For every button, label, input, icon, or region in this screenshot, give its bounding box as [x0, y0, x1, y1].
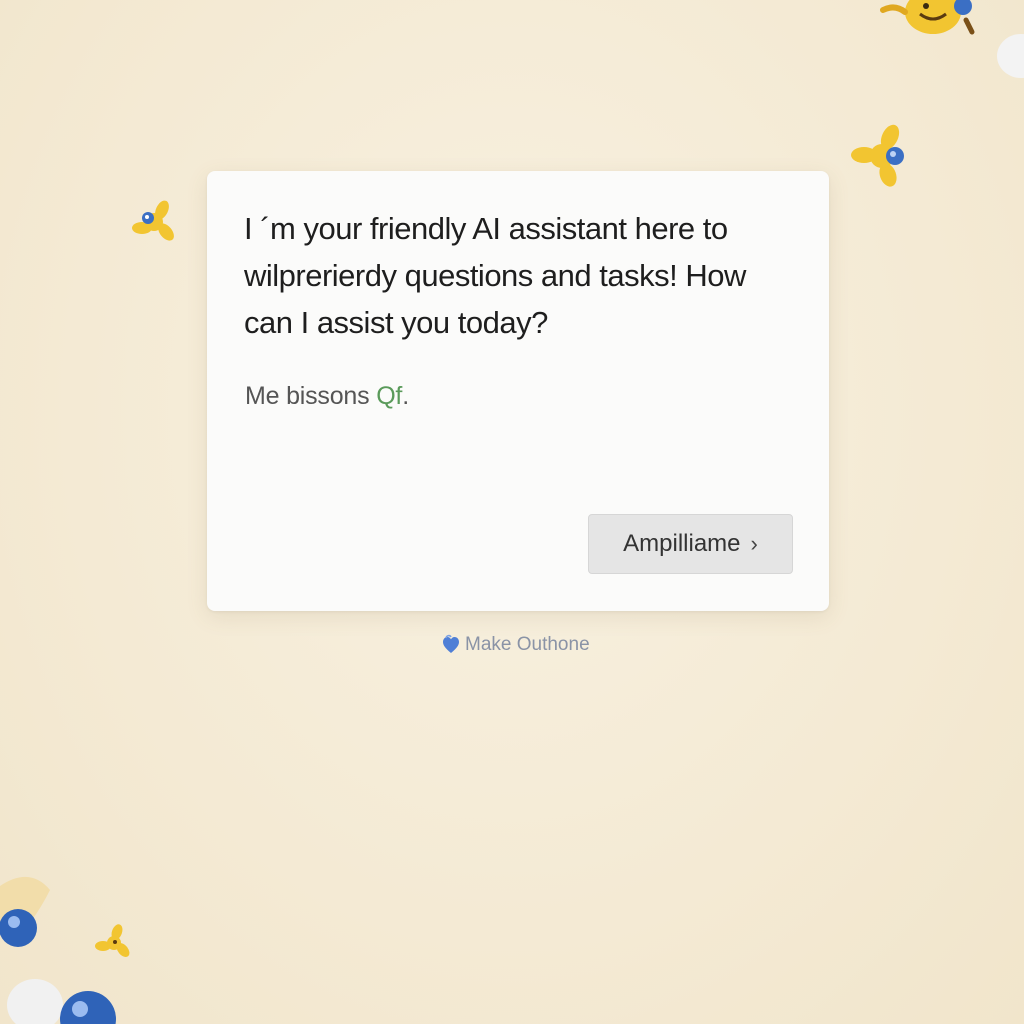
flower-mascot-icon — [95, 924, 130, 957]
cloud-blob-icon — [997, 34, 1024, 78]
subline-accent: Qf — [376, 382, 403, 410]
bee-mascot-icon — [880, 0, 975, 35]
footer-label: Make Outhone — [465, 634, 590, 655]
orb-mascot-icon — [7, 979, 116, 1024]
action-button-label: Ampilliame — [623, 530, 741, 557]
assistant-message-card: I ´m your friendly AI assistant here to … — [207, 171, 829, 611]
subline-suffix: . — [402, 382, 409, 410]
ampilliame-button[interactable]: Ampilliame › — [588, 514, 793, 574]
footer-attribution[interactable]: Make Outhone — [441, 634, 590, 656]
flower-mascot-icon — [132, 200, 174, 241]
heart-hand-icon — [443, 634, 459, 653]
flower-mascot-icon — [851, 124, 904, 187]
subline-prefix: Me bissons — [245, 382, 377, 410]
assistant-subline: Me bissons Qf. — [245, 382, 409, 411]
orb-mascot-icon — [0, 876, 50, 947]
chevron-right-icon: › — [750, 531, 758, 556]
assistant-greeting-text: I ´m your friendly AI assistant here to … — [244, 211, 746, 340]
